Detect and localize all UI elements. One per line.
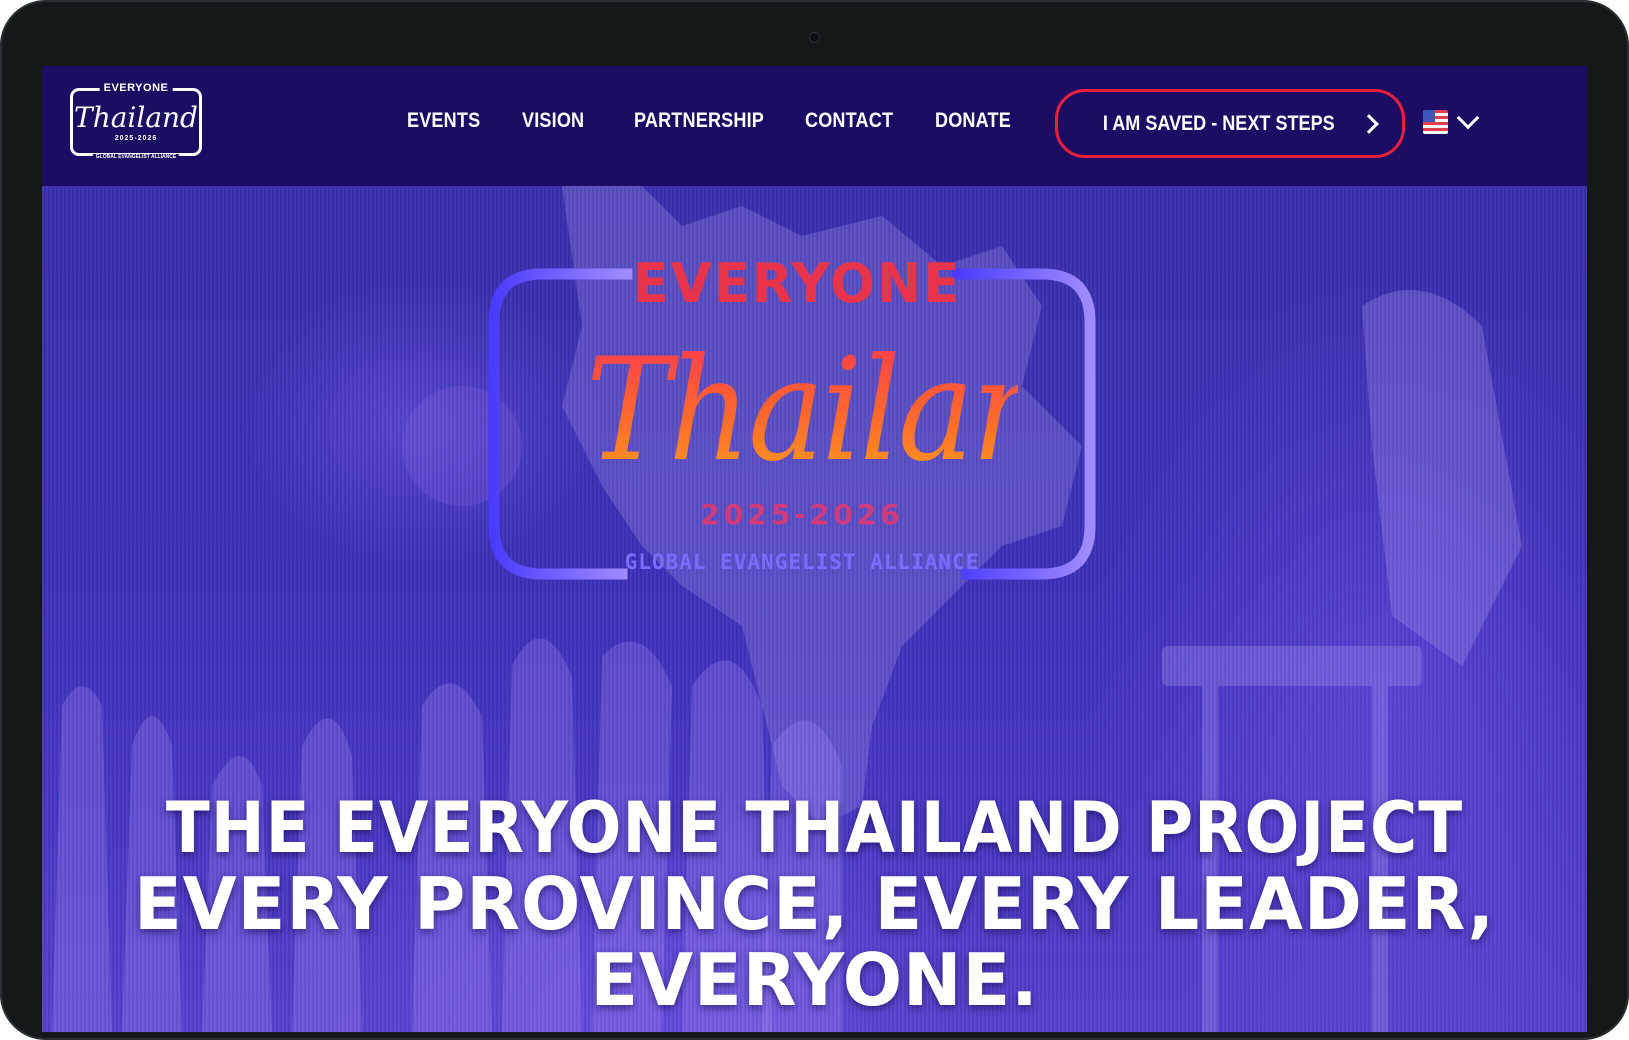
nav-events[interactable]: EVENTS xyxy=(407,109,480,133)
emblem-thailand-text: Thailand xyxy=(586,328,1133,493)
emblem-everyone-text: EVERYONE xyxy=(632,252,962,315)
headline-line-2: EVERY PROVINCE, EVERY LEADER, xyxy=(133,862,1496,946)
headline-line-1: THE EVERYONE THAILAND PROJECT xyxy=(165,787,1464,869)
emblem-years-text: 2025-2026 xyxy=(700,498,904,531)
next-steps-label: I AM SAVED - NEXT STEPS xyxy=(1103,111,1335,135)
browser-screen: EVERYONE Thailand 2025-2026 GLOBAL EVANG… xyxy=(42,66,1587,1032)
language-selector[interactable] xyxy=(1423,106,1480,134)
emblem-alliance-text: GLOBAL EVANGELIST ALLIANCE xyxy=(624,550,980,574)
camera-dot xyxy=(810,33,819,42)
site-logo[interactable]: EVERYONE Thailand 2025-2026 GLOBAL EVANG… xyxy=(70,82,202,160)
nav-partnership[interactable]: PARTNERSHIP xyxy=(634,109,764,133)
nav-vision[interactable]: VISION xyxy=(522,109,584,133)
hero-section: EVERYONE Thailand 2025-2026 GLOBAL EVANG… xyxy=(42,186,1587,1032)
headline-line-3: EVERYONE. xyxy=(590,938,1039,1022)
chevron-down-icon xyxy=(1456,106,1480,130)
top-navbar: EVERYONE Thailand 2025-2026 GLOBAL EVANG… xyxy=(42,66,1587,186)
logo-years-text: 2025-2026 xyxy=(114,135,158,142)
device-frame: EVERYONE Thailand 2025-2026 GLOBAL EVANG… xyxy=(0,0,1629,1040)
chevron-right-icon xyxy=(1358,113,1379,134)
nav-contact[interactable]: CONTACT xyxy=(805,109,893,133)
logo-script-text: Thailand xyxy=(74,101,198,134)
logo-top-text: EVERYONE xyxy=(99,82,173,94)
logo-bottom-text: GLOBAL EVANGELIST ALLIANCE xyxy=(92,154,180,160)
nav-donate[interactable]: DONATE xyxy=(935,109,1011,133)
us-flag-icon xyxy=(1423,110,1448,134)
hero-headline: THE EVERYONE THAILAND PROJECT EVERY PROV… xyxy=(42,790,1587,1018)
next-steps-button[interactable]: I AM SAVED - NEXT STEPS xyxy=(1055,89,1405,158)
